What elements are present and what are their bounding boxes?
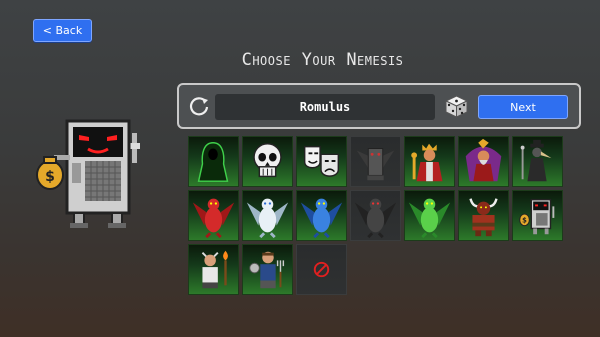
robot-banker-icon: $	[519, 198, 555, 235]
minotaur-icon	[469, 198, 498, 237]
skull-icon	[253, 143, 282, 178]
red-dragon-icon	[192, 198, 235, 239]
nemesis-tile[interactable]	[188, 244, 239, 295]
nemesis-tile[interactable]	[350, 136, 401, 187]
svg-text:$: $	[45, 169, 55, 185]
torch-villager-icon	[201, 250, 228, 289]
blue-dragon-icon	[300, 198, 343, 239]
red-king-icon	[411, 143, 443, 182]
svg-text:$: $	[522, 217, 527, 225]
nemesis-tile[interactable]	[296, 136, 347, 187]
theater-masks-icon	[303, 145, 340, 177]
selected-nemesis-portrait: $	[36, 119, 140, 228]
white-dragon-icon	[246, 198, 289, 239]
nemesis-tile[interactable]	[350, 190, 401, 241]
nemesis-tile[interactable]	[296, 244, 347, 295]
refresh-icon[interactable]	[188, 95, 210, 117]
nemesis-tile[interactable]	[242, 136, 293, 187]
gray-gargoyle-icon	[356, 148, 395, 181]
pitchfork-villager-icon	[249, 251, 285, 289]
nemesis-tile[interactable]: $	[512, 190, 563, 241]
nemesis-grid: $	[188, 136, 563, 295]
page-title: Choose Your Nemesis	[241, 50, 404, 70]
nemesis-tile[interactable]	[296, 190, 347, 241]
next-button[interactable]: Next	[478, 95, 568, 119]
purple-sorcerer-icon	[465, 138, 502, 182]
back-button[interactable]: < Back	[33, 19, 92, 42]
nemesis-tile[interactable]	[404, 136, 455, 187]
nemesis-tile[interactable]	[512, 136, 563, 187]
nemesis-tile[interactable]	[458, 190, 509, 241]
nemesis-tile[interactable]	[242, 190, 293, 241]
nemesis-tile[interactable]	[188, 136, 239, 187]
green-dragon-icon	[408, 198, 451, 239]
nemesis-tile[interactable]	[188, 190, 239, 241]
dice-icon[interactable]	[444, 94, 469, 119]
hooded-ghost-icon	[197, 142, 229, 182]
none-icon	[313, 261, 330, 278]
black-dragon-icon	[354, 198, 397, 239]
nemesis-tile[interactable]	[242, 244, 293, 295]
nemesis-selector-panel: Romulus Next	[177, 83, 581, 129]
plague-doctor-icon	[520, 139, 552, 182]
nemesis-tile[interactable]	[458, 136, 509, 187]
nemesis-tile[interactable]	[404, 190, 455, 241]
nemesis-name-input[interactable]: Romulus	[215, 94, 435, 120]
